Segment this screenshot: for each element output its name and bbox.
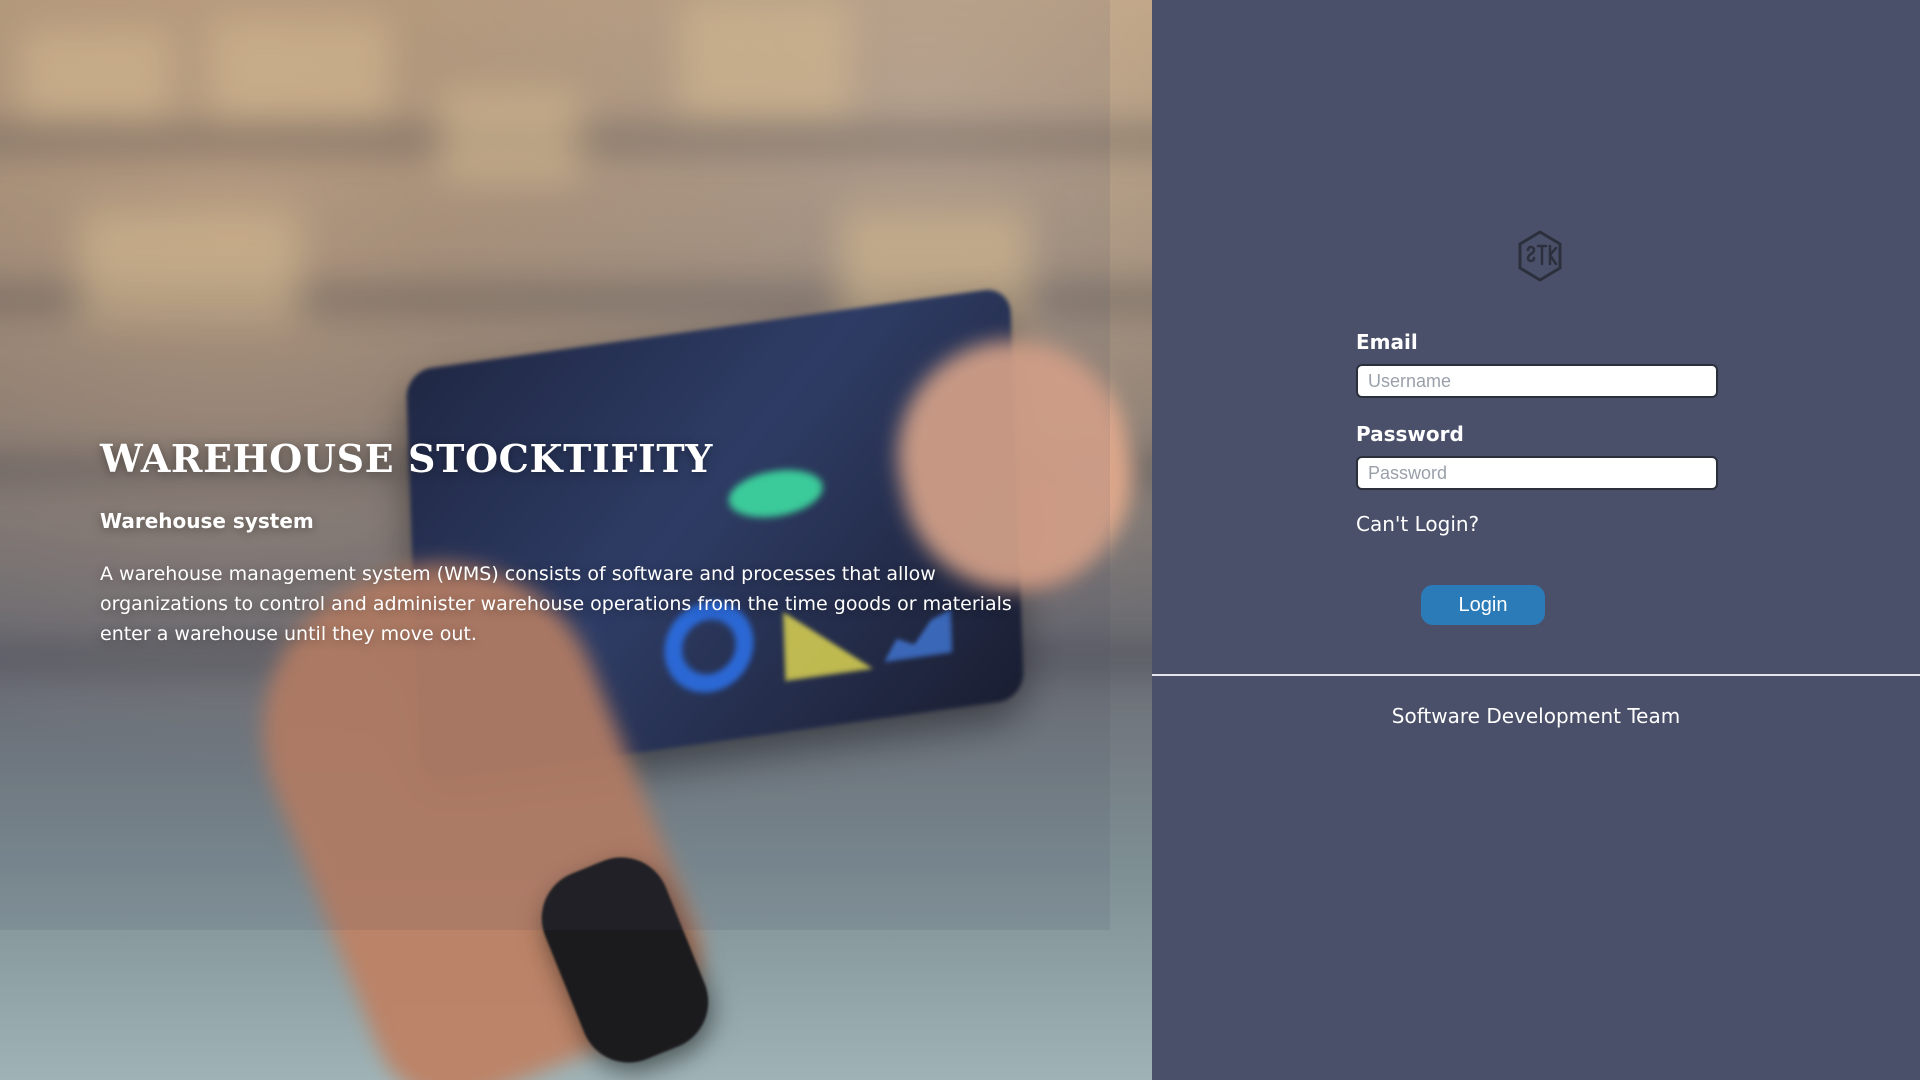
hero-text: WAREHOUSE STOCKTIFITY Warehouse system A…	[100, 436, 1060, 649]
hero-title: WAREHOUSE STOCKTIFITY	[100, 436, 713, 481]
cant-login-link[interactable]: Can't Login?	[1356, 512, 1479, 536]
divider	[1152, 674, 1920, 676]
footer-team-text: Software Development Team	[1391, 704, 1681, 728]
stk-hexagon-logo-icon	[1518, 230, 1562, 282]
login-form: Email Password Can't Login?	[1356, 330, 1718, 536]
email-label: Email	[1356, 330, 1418, 354]
login-panel: Email Password Can't Login? Login Softwa…	[1152, 0, 1920, 1080]
password-input[interactable]	[1356, 456, 1718, 490]
hero-section: WAREHOUSE STOCKTIFITY Warehouse system A…	[0, 0, 1152, 1080]
email-input[interactable]	[1356, 364, 1718, 398]
password-label: Password	[1356, 422, 1464, 446]
hero-subtitle: Warehouse system	[100, 509, 314, 533]
hero-description: A warehouse management system (WMS) cons…	[100, 563, 1012, 645]
login-button[interactable]: Login	[1421, 585, 1545, 625]
login-page: WAREHOUSE STOCKTIFITY Warehouse system A…	[0, 0, 1920, 1080]
